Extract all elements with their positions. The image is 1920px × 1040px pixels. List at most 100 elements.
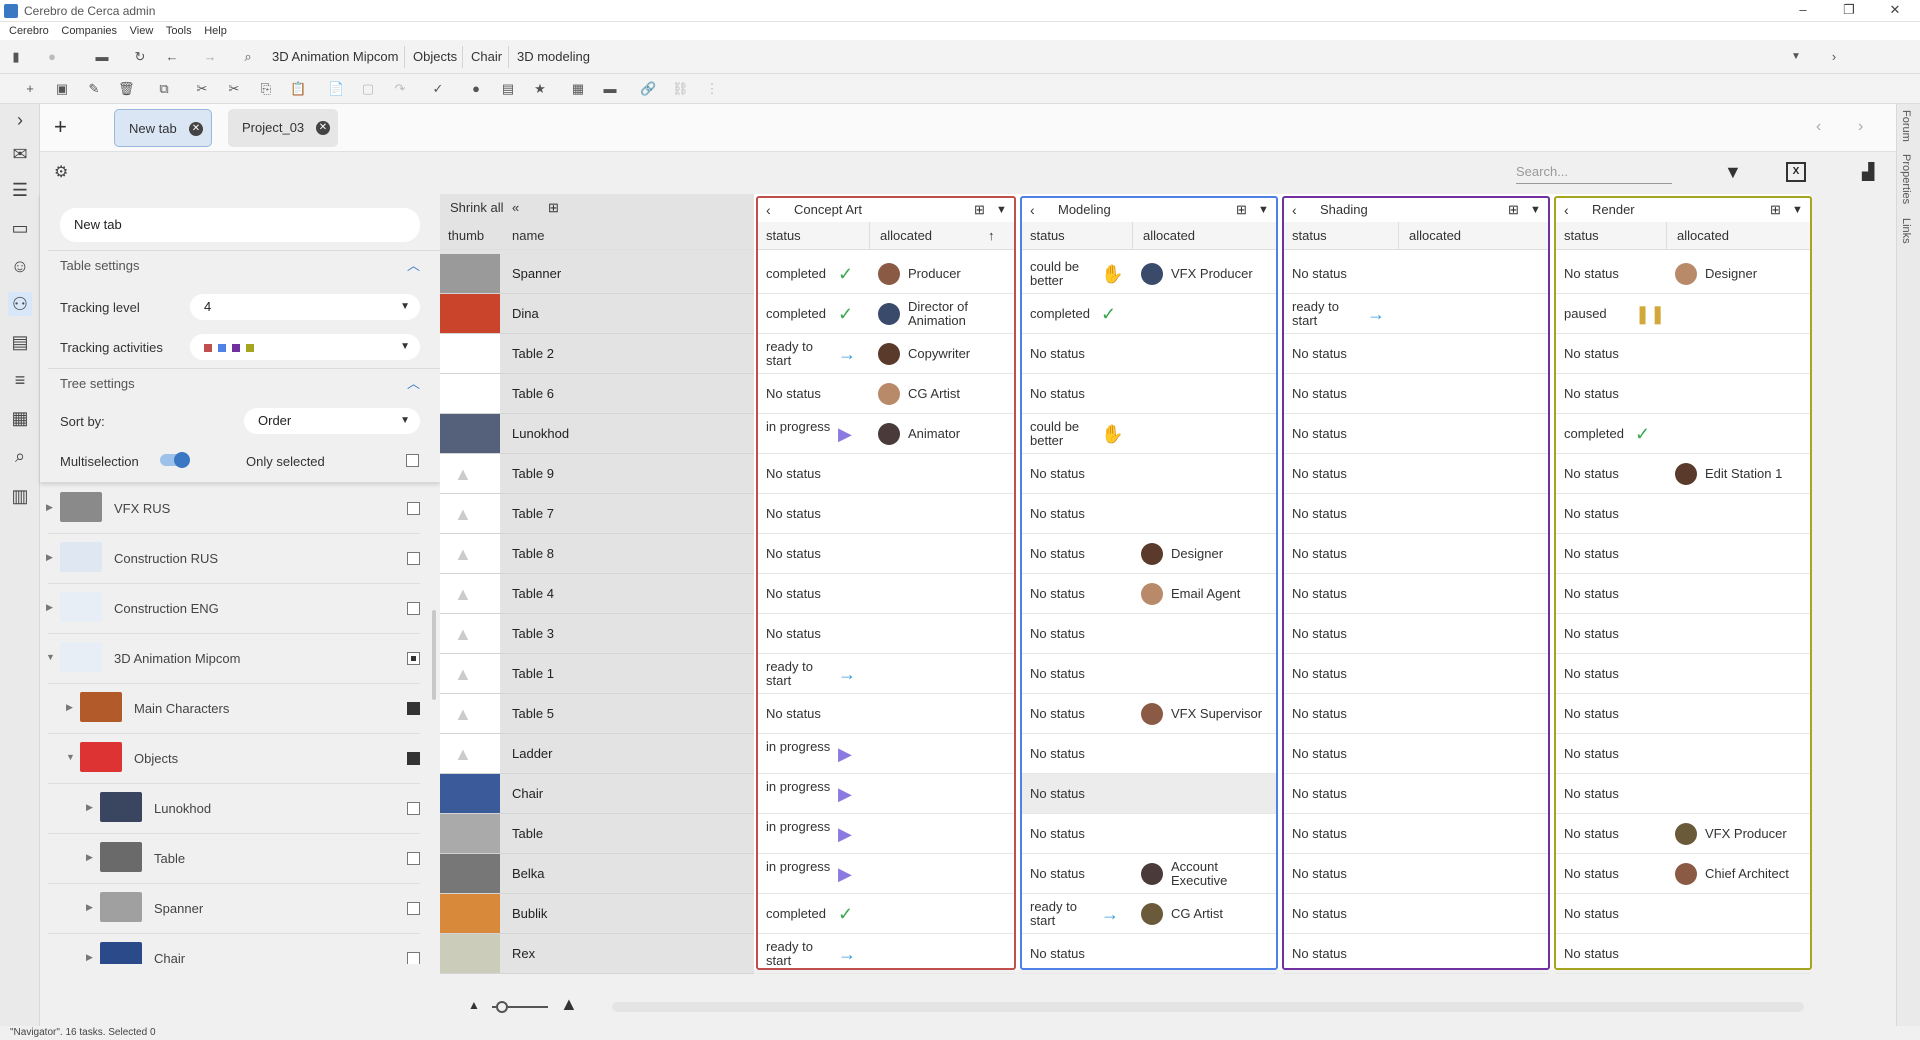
allocated-user[interactable]: Designer: [1171, 547, 1268, 561]
zoom-in-icon[interactable]: ▲: [560, 994, 578, 1015]
tab-project-03[interactable]: Project_03 ✕: [228, 109, 338, 147]
tree-item[interactable]: ▼ Objects: [48, 734, 420, 784]
gear-icon[interactable]: ⚙: [54, 162, 68, 182]
tasklist-icon[interactable]: ☰: [8, 178, 32, 202]
allocated-header[interactable]: allocated: [1667, 222, 1810, 250]
expand-arrow-icon[interactable]: ▶: [46, 502, 53, 513]
menu-tools[interactable]: Tools: [157, 23, 192, 37]
columns-icon[interactable]: ⊞: [548, 194, 559, 222]
checkmark-icon[interactable]: ✓: [430, 81, 446, 97]
allocated-user[interactable]: VFX Producer: [1171, 267, 1268, 281]
allocated-user[interactable]: Email Agent: [1171, 587, 1268, 601]
link-icon[interactable]: 🔗: [640, 81, 656, 97]
tree-item-checkbox[interactable]: [407, 502, 420, 515]
paste-disabled-icon[interactable]: ▢: [360, 81, 376, 97]
tree-item[interactable]: ▶ Spanner: [48, 884, 420, 934]
collapse-arrow-icon[interactable]: ▼: [46, 652, 55, 662]
tree-scrollbar[interactable]: [432, 610, 436, 700]
columns-icon[interactable]: ⊞: [1508, 196, 1519, 224]
status-header[interactable]: status: [1284, 222, 1399, 250]
allocated-user[interactable]: Designer: [1705, 267, 1802, 281]
redo-icon[interactable]: ↷: [392, 81, 408, 97]
tree-item-checkbox[interactable]: [407, 702, 420, 715]
allocated-user[interactable]: VFX Supervisor: [1171, 707, 1268, 721]
links-tab[interactable]: Links: [1900, 218, 1912, 244]
allocated-user[interactable]: CG Artist: [1171, 907, 1268, 921]
panel-toggle-icon[interactable]: ▮: [8, 49, 24, 65]
close-tab-icon[interactable]: ✕: [189, 122, 203, 136]
expand-arrow-icon[interactable]: ▶: [86, 852, 93, 863]
row-name[interactable]: Table 4: [500, 574, 754, 614]
dropdown-icon[interactable]: ▼: [1788, 49, 1804, 65]
maximize-icon[interactable]: ❐: [1836, 2, 1862, 20]
row-name[interactable]: Table 6: [500, 374, 754, 414]
tree-item[interactable]: ▶ Main Characters: [48, 684, 420, 734]
breadcrumb-item[interactable]: Objects: [413, 49, 457, 64]
allocated-user[interactable]: Producer: [908, 267, 1006, 281]
row-name[interactable]: Bublik: [500, 894, 754, 934]
edit-icon[interactable]: ✎: [86, 81, 102, 97]
sort-by-select[interactable]: Order ▼: [244, 408, 420, 434]
mail-icon[interactable]: ✉: [8, 142, 32, 166]
row-name[interactable]: Belka: [500, 854, 754, 894]
filter-icon[interactable]: ▼: [1530, 196, 1541, 224]
chart-icon[interactable]: ▟: [1862, 162, 1874, 182]
expand-arrow-icon[interactable]: ▶: [86, 902, 93, 913]
allocated-user[interactable]: Edit Station 1: [1705, 467, 1802, 481]
allocated-header[interactable]: allocated: [1399, 222, 1548, 250]
chevron-left-icon[interactable]: ‹: [1564, 196, 1569, 224]
only-selected-checkbox[interactable]: [406, 454, 419, 467]
allocated-user[interactable]: Chief Architect: [1705, 867, 1802, 881]
shrink-all-button[interactable]: Shrink all: [450, 194, 503, 222]
filter-icon[interactable]: ▼: [1792, 196, 1803, 224]
row-name[interactable]: Ladder: [500, 734, 754, 774]
excel-export-icon[interactable]: X: [1786, 162, 1806, 182]
tree-item[interactable]: ▶ Table: [48, 834, 420, 884]
tree-item-checkbox[interactable]: [407, 952, 420, 964]
tree-item-checkbox[interactable]: [407, 752, 420, 765]
row-name[interactable]: Table 8: [500, 534, 754, 574]
columns-icon[interactable]: ⊞: [1770, 196, 1781, 224]
row-name[interactable]: Table 5: [500, 694, 754, 734]
row-name[interactable]: Lunokhod: [500, 414, 754, 454]
menu-cerebro[interactable]: Cerebro: [0, 23, 49, 37]
allocated-user[interactable]: Account Executive: [1171, 860, 1268, 888]
tree-item-checkbox[interactable]: [407, 602, 420, 615]
tree-item[interactable]: ▶ Lunokhod: [48, 784, 420, 834]
gantt-icon[interactable]: ▤: [8, 330, 32, 354]
expand-arrow-icon[interactable]: ▶: [86, 802, 93, 813]
collapse-all-icon[interactable]: «: [512, 194, 519, 222]
unlink-icon[interactable]: ⛓: [672, 81, 689, 97]
tree-item[interactable]: ▶ Construction RUS: [46, 534, 420, 584]
forum-tab[interactable]: Forum: [1900, 110, 1912, 142]
status-header[interactable]: status: [1022, 222, 1133, 250]
paste-icon[interactable]: 📋: [290, 81, 306, 97]
cut-icon[interactable]: ✂: [194, 81, 210, 97]
tree-item-checkbox[interactable]: [407, 802, 420, 815]
horizontal-scrollbar[interactable]: [612, 1002, 1804, 1012]
expand-arrow-icon[interactable]: ▶: [86, 952, 93, 963]
row-name[interactable]: Table 7: [500, 494, 754, 534]
menu-help[interactable]: Help: [195, 23, 227, 37]
allocated-header[interactable]: allocated: [1133, 222, 1276, 250]
tab-name-input[interactable]: New tab: [60, 208, 420, 242]
tracking-level-select[interactable]: 4 ▼: [190, 294, 420, 320]
chevron-left-icon[interactable]: ‹: [1292, 196, 1297, 224]
table-settings-section[interactable]: Table settings ︿: [48, 250, 440, 280]
new-tab-add-icon[interactable]: +: [54, 114, 67, 140]
add-icon[interactable]: +: [22, 81, 38, 97]
name-header[interactable]: name: [500, 222, 754, 250]
scroll-right-icon[interactable]: ›: [1858, 118, 1863, 136]
list-icon[interactable]: ≡: [8, 368, 32, 392]
row-name[interactable]: Table 1: [500, 654, 754, 694]
lightbulb-icon[interactable]: ●: [44, 49, 60, 65]
breadcrumb-item[interactable]: 3D Animation Mipcom: [272, 49, 398, 64]
collapse-icon[interactable]: ︿: [407, 251, 420, 281]
expand-arrow-icon[interactable]: ▶: [46, 552, 53, 563]
properties-tab[interactable]: Properties: [1900, 154, 1912, 204]
tree-item[interactable]: ▶ Construction ENG: [46, 584, 420, 634]
stack-icon[interactable]: ▤: [500, 81, 516, 97]
sort-ascending-icon[interactable]: ↑: [988, 222, 1008, 250]
tree-item-checkbox[interactable]: [407, 902, 420, 915]
link-object-icon[interactable]: ▬: [602, 81, 618, 97]
